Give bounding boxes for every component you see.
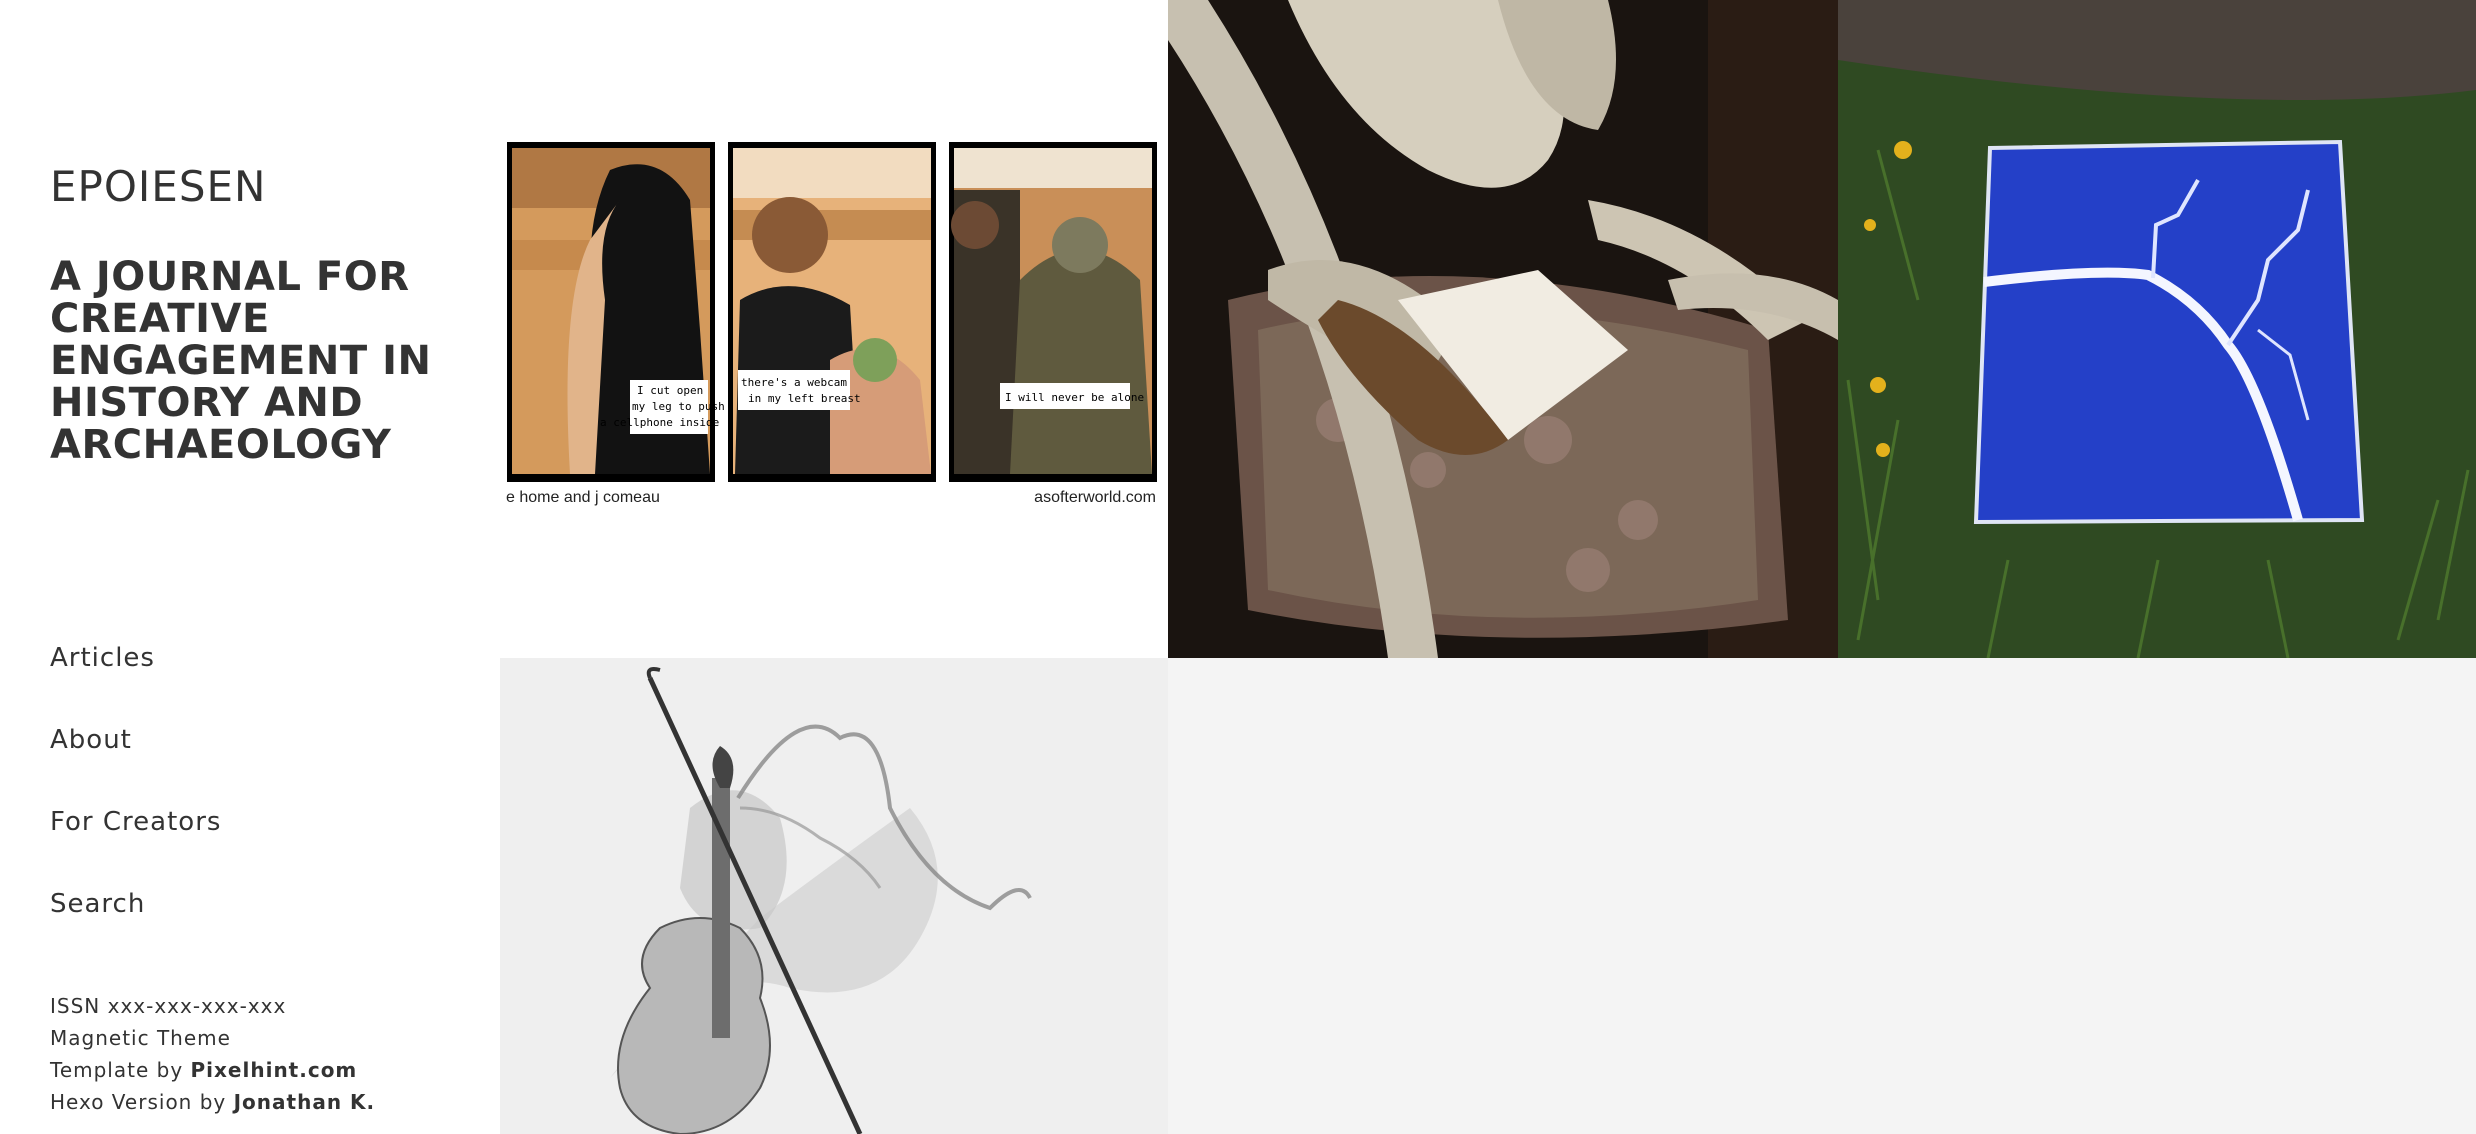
template-credit-prefix: Template by [50, 1058, 191, 1082]
comic-caption-2-line-1: there's a webcam [741, 376, 847, 389]
article-tile-skeleton[interactable] [1168, 0, 1838, 658]
comic-credit-right: asofterworld.com [1034, 489, 1156, 506]
sidebar: EPOIESEN A JOURNAL FOR CREATIVE ENGAGEME… [0, 0, 500, 1134]
nav-item-articles: Articles [50, 636, 221, 718]
comic-caption-3: I will never be alone [1005, 391, 1144, 404]
violin-sketch-image [500, 658, 1168, 1134]
comic-caption-1-line-3: a cellphone inside [600, 416, 719, 429]
pixelhint-link[interactable]: Pixelhint.com [191, 1058, 358, 1082]
site-subtitle: A JOURNAL FOR CREATIVE ENGAGEMENT IN HIS… [50, 254, 432, 468]
skeleton-image [1168, 0, 1838, 658]
nav-link-articles[interactable]: Articles [50, 636, 155, 680]
article-tile-blue-canvas[interactable] [1838, 0, 2476, 658]
hexo-credit-prefix: Hexo Version by [50, 1090, 234, 1114]
comic-caption-1-line-2: my leg to push [632, 400, 725, 413]
nav-link-about[interactable]: About [50, 718, 132, 762]
issn-text: ISSN xxx-xxx-xxx-xxx [50, 994, 287, 1018]
comic-strip-image: I cut open my leg to push a cellphone in… [500, 0, 1168, 658]
article-tile-comic[interactable]: I cut open my leg to push a cellphone in… [500, 0, 1168, 658]
comic-caption-1-line-1: I cut open [637, 384, 703, 397]
hexo-credit: Hexo Version by Jonathan K. [50, 1086, 375, 1118]
nav-link-for-creators[interactable]: For Creators [50, 800, 221, 844]
nav-item-about: About [50, 718, 221, 800]
sidebar-footer: ISSN xxx-xxx-xxx-xxx Magnetic Theme Temp… [50, 990, 375, 1118]
template-credit: Template by Pixelhint.com [50, 1054, 375, 1086]
nav-item-for-creators: For Creators [50, 800, 221, 882]
comic-caption-2-line-2: in my left breast [748, 392, 861, 405]
jonathan-k-link[interactable]: Jonathan K. [234, 1090, 376, 1114]
site-title[interactable]: EPOIESEN [50, 166, 266, 208]
nav-link-search[interactable]: Search [50, 882, 145, 926]
comic-credit-left: e home and j comeau [506, 489, 660, 506]
blue-canvas-image [1838, 0, 2476, 658]
theme-text: Magnetic Theme [50, 1026, 231, 1050]
main-nav: Articles About For Creators Search [50, 636, 221, 964]
nav-item-search: Search [50, 882, 221, 964]
article-tile-violin[interactable] [500, 658, 1168, 1134]
